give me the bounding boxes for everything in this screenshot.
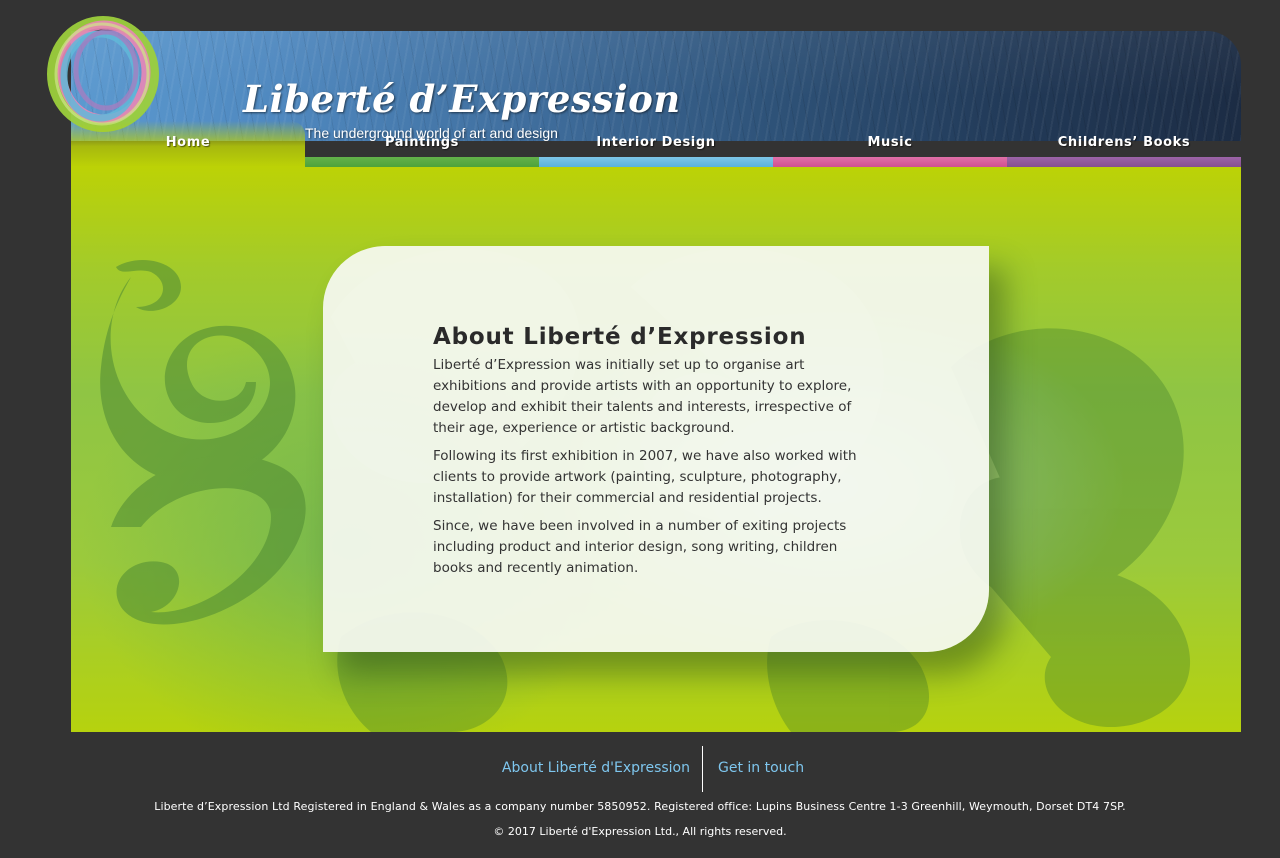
footer-link-about[interactable]: About Liberté d'Expression bbox=[502, 760, 690, 776]
footer-copyright: © 2017 Liberté d'Expression Ltd., All ri… bbox=[493, 825, 787, 838]
nav-childrens-books-label: Childrens’ Books bbox=[1057, 134, 1191, 150]
about-paragraph-2: Following its first exhibition in 2007, … bbox=[433, 448, 857, 506]
nav-item-interior-design[interactable]: Interior Design bbox=[539, 121, 773, 167]
nav-childrens-books-bar bbox=[1007, 157, 1241, 167]
about-body: Liberté d’Expression was initially set u… bbox=[433, 355, 873, 586]
nav-interior-design-label: Interior Design bbox=[596, 134, 716, 150]
footer-links: About Liberté d'Expression Get in touch bbox=[0, 746, 1280, 792]
nav-item-music[interactable]: Music bbox=[773, 121, 1007, 167]
nav-home-label: Home bbox=[165, 134, 211, 150]
about-paragraph-1: Liberté d’Expression was initially set u… bbox=[433, 357, 852, 436]
logo-title[interactable]: Liberté d’Expression bbox=[243, 77, 681, 121]
nav-item-home[interactable]: Home bbox=[71, 121, 305, 167]
nav-music-label: Music bbox=[867, 134, 913, 150]
about-paragraph-3: Since, we have been involved in a number… bbox=[433, 518, 847, 576]
nav-paintings-bar bbox=[305, 157, 539, 167]
nav-interior-design-bar bbox=[539, 157, 773, 167]
footer-divider bbox=[702, 746, 703, 792]
about-card: About Liberté d’Expression Liberté d’Exp… bbox=[323, 246, 989, 652]
footer-legal-text: Liberte d’Expression Ltd Registered in E… bbox=[154, 800, 1126, 813]
nav-item-paintings[interactable]: Paintings bbox=[305, 121, 539, 167]
brush-ring-logo-icon[interactable] bbox=[44, 12, 162, 134]
main-nav: Home Paintings Interior Design Music Chi… bbox=[71, 121, 1241, 167]
about-title: About Liberté d’Expression bbox=[433, 324, 807, 350]
footer-link-get-in-touch[interactable]: Get in touch bbox=[718, 760, 804, 776]
nav-item-childrens-books[interactable]: Childrens’ Books bbox=[1007, 121, 1241, 167]
main-content: About Liberté d’Expression Liberté d’Exp… bbox=[71, 167, 1241, 732]
nav-paintings-label: Paintings bbox=[384, 134, 460, 150]
nav-music-bar bbox=[773, 157, 1007, 167]
